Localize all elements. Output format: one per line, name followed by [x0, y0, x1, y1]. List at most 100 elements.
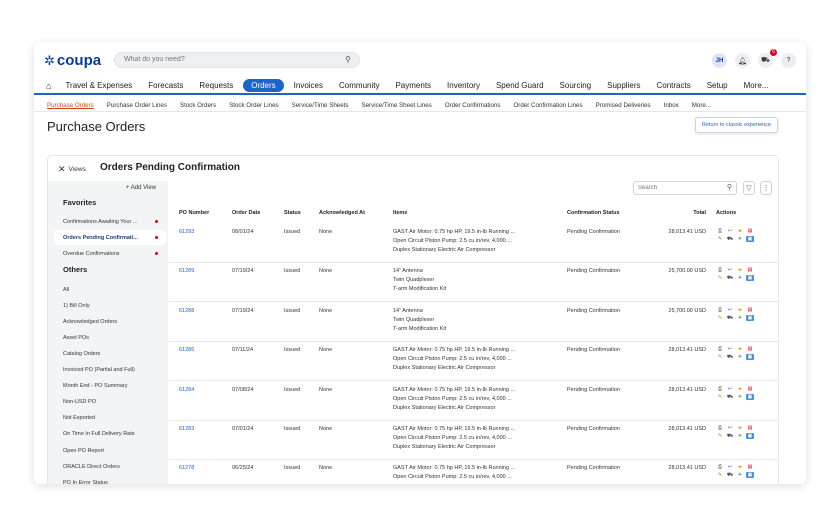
sidebar-item-other[interactable]: Catalog Orders [54, 346, 166, 361]
global-search[interactable]: ⚲ [114, 52, 360, 68]
print-icon[interactable]: ⎙ [716, 425, 724, 431]
edit-icon[interactable]: ✎ [716, 354, 724, 360]
edit-icon[interactable]: ✎ [716, 394, 724, 400]
column-header-confirmation-status[interactable]: Confirmation Status [567, 210, 620, 216]
subnav-item-purchase-orders[interactable]: Purchase Orders [47, 102, 94, 109]
search-icon[interactable]: ⚲ [727, 183, 732, 191]
edit-icon[interactable]: ✎ [716, 236, 724, 242]
return-icon[interactable]: ↩ [726, 464, 734, 470]
edit-icon[interactable]: ✎ [716, 315, 724, 321]
sidebar-item-favorite[interactable]: Confirmations Awaiting Your ... [54, 214, 166, 229]
po-number-link[interactable]: 61283 [179, 425, 194, 434]
return-icon[interactable]: ↩ [726, 307, 734, 313]
subnav-item-stock-order-lines[interactable]: Stock Order Lines [229, 102, 279, 109]
nav-item-community[interactable]: Community [339, 81, 379, 90]
return-classic-button[interactable]: Return to classic experience [694, 117, 778, 133]
edit-icon[interactable]: ✎ [716, 433, 724, 439]
print-icon[interactable]: ⎙ [716, 464, 724, 470]
box-icon[interactable]: ▣ [746, 354, 754, 361]
column-header-total[interactable]: Total [680, 210, 706, 216]
nav-item-forecasts[interactable]: Forecasts [148, 81, 183, 90]
subnav-item-service-time-sheets[interactable]: Service/Time Sheets [292, 102, 349, 109]
more-options-icon[interactable]: ⋮ [760, 181, 772, 195]
user-avatar[interactable]: JH [712, 53, 727, 68]
po-number-link[interactable]: 61284 [179, 386, 194, 395]
sidebar-item-other[interactable]: Invoiced PO (Partial and Full) [54, 363, 166, 378]
print-icon[interactable]: ⎙ [716, 267, 724, 273]
box-icon[interactable]: ▣ [746, 433, 754, 439]
document-icon[interactable]: ▤ [746, 425, 754, 431]
nav-item-inventory[interactable]: Inventory [447, 81, 480, 90]
truck-icon[interactable]: ⛟ [726, 433, 734, 439]
sidebar-item-favorite[interactable]: Overdue Confirmations [54, 246, 166, 261]
document-icon[interactable]: ▤ [746, 267, 754, 273]
folder-icon[interactable]: ▰ [736, 464, 744, 470]
sidebar-item-other[interactable]: Acknowledged Orders [54, 314, 166, 329]
nav-item-setup[interactable]: Setup [707, 81, 728, 90]
nav-item-invoices[interactable]: Invoices [294, 81, 323, 90]
folder-icon[interactable]: ▰ [736, 307, 744, 313]
send-icon[interactable]: ✈ [736, 472, 744, 478]
return-icon[interactable]: ↩ [726, 386, 734, 392]
send-icon[interactable]: ✈ [736, 394, 744, 400]
nav-item-requests[interactable]: Requests [199, 81, 233, 90]
folder-icon[interactable]: ▰ [736, 386, 744, 392]
sidebar-item-favorite[interactable]: Orders Pending Confirmati... [54, 230, 166, 245]
nav-item-more[interactable]: More... [744, 81, 769, 90]
truck-icon[interactable]: ⛟ [726, 472, 734, 478]
subnav-item-service-time-sheet-lines[interactable]: Service/Time Sheet Lines [361, 102, 431, 109]
return-icon[interactable]: ↩ [726, 346, 734, 352]
sidebar-item-other[interactable]: PO In Error Status [54, 475, 166, 484]
nav-item-sourcing[interactable]: Sourcing [560, 81, 592, 90]
column-header-status[interactable]: Status [284, 210, 301, 216]
add-view-link[interactable]: + Add View [126, 185, 156, 191]
print-icon[interactable]: ⎙ [716, 228, 724, 234]
box-icon[interactable]: ▣ [746, 275, 754, 282]
document-icon[interactable]: ▤ [746, 307, 754, 313]
folder-icon[interactable]: ▰ [736, 228, 744, 234]
close-icon[interactable]: ✕ [58, 164, 66, 175]
box-icon[interactable]: ▣ [746, 314, 754, 321]
nav-item-travel-expenses[interactable]: Travel & Expenses [65, 81, 132, 90]
subnav-item-purchase-order-lines[interactable]: Purchase Order Lines [107, 102, 167, 109]
nav-item-suppliers[interactable]: Suppliers [607, 81, 640, 90]
bell-icon[interactable]: 🔔︎ [735, 53, 750, 68]
edit-icon[interactable]: ✎ [716, 275, 724, 281]
column-header-order-date[interactable]: Order Date [232, 210, 260, 216]
box-icon[interactable]: ▣ [746, 472, 754, 479]
sidebar-item-other[interactable]: 1) Bill Only [54, 298, 166, 313]
help-icon[interactable]: ? [781, 53, 796, 68]
subnav-item-order-confirmation-lines[interactable]: Order Confirmation Lines [513, 102, 582, 109]
sidebar-item-other[interactable]: On Time In Full Delivery Rate [54, 427, 166, 442]
sidebar-item-other[interactable]: Asset POs [54, 330, 166, 345]
return-icon[interactable]: ↩ [726, 228, 734, 234]
document-icon[interactable]: ▤ [746, 386, 754, 392]
truck-icon[interactable]: ⛟ [726, 275, 734, 281]
edit-icon[interactable]: ✎ [716, 472, 724, 478]
print-icon[interactable]: ⎙ [716, 307, 724, 313]
folder-icon[interactable]: ▰ [736, 346, 744, 352]
column-header-acknowledged-at[interactable]: Acknowledged At [319, 210, 365, 216]
send-icon[interactable]: ✈ [736, 275, 744, 281]
po-number-link[interactable]: 61278 [179, 464, 194, 473]
subnav-item-order-confirmations[interactable]: Order Confirmations [445, 102, 501, 109]
global-search-input[interactable] [124, 56, 324, 63]
box-icon[interactable]: ▣ [746, 393, 754, 400]
document-icon[interactable]: ▤ [746, 346, 754, 352]
print-icon[interactable]: ⎙ [716, 346, 724, 352]
po-number-link[interactable]: 61286 [179, 346, 194, 355]
nav-item-spend-guard[interactable]: Spend Guard [496, 81, 544, 90]
return-icon[interactable]: ↩ [726, 267, 734, 273]
po-number-link[interactable]: 61288 [179, 307, 194, 316]
folder-icon[interactable]: ▰ [736, 425, 744, 431]
table-search-input[interactable] [638, 185, 718, 191]
nav-item-payments[interactable]: Payments [395, 81, 431, 90]
folder-icon[interactable]: ▰ [736, 267, 744, 273]
nav-item-orders[interactable]: Orders [243, 79, 284, 92]
send-icon[interactable]: ✈ [736, 433, 744, 439]
po-number-link[interactable]: 61289 [179, 267, 194, 276]
send-icon[interactable]: ✈ [736, 354, 744, 360]
box-icon[interactable]: ▣ [746, 236, 754, 242]
home-icon[interactable]: ⌂ [46, 81, 51, 91]
search-icon[interactable]: ⚲ [345, 55, 351, 64]
